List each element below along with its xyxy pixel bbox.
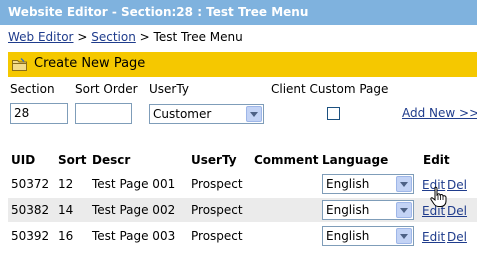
sort-cell: 14 xyxy=(58,203,74,217)
create-new-page-label: Create New Page xyxy=(34,56,146,71)
language-select-value: English xyxy=(326,177,370,191)
uid-cell: 50392 xyxy=(11,229,50,243)
sort-order-label: Sort Order xyxy=(75,82,138,96)
userty-select-value: Customer xyxy=(153,107,212,121)
descr-cell: Test Page 001 xyxy=(92,177,176,191)
breadcrumb-current: Test Tree Menu xyxy=(153,30,243,44)
uid-cell: 50372 xyxy=(11,177,50,191)
descr-cell: Test Page 002 xyxy=(92,203,176,217)
delete-link[interactable]: Del xyxy=(447,198,467,224)
col-header-descr: Descr xyxy=(92,153,131,167)
uid-cell: 50382 xyxy=(11,203,50,217)
folder-icon xyxy=(12,58,27,71)
col-header-sort: Sort xyxy=(58,153,87,167)
dropdown-arrow-icon[interactable] xyxy=(396,228,412,244)
userty-cell: Prospect xyxy=(191,177,243,191)
breadcrumb: Web Editor > Section > Test Tree Menu xyxy=(8,29,243,45)
edit-link[interactable]: Edit xyxy=(422,224,445,250)
language-select-value: English xyxy=(326,229,370,243)
language-select-value: English xyxy=(326,203,370,217)
language-select[interactable]: English xyxy=(322,226,414,246)
descr-cell: Test Page 003 xyxy=(92,229,176,243)
language-select[interactable]: English xyxy=(322,200,414,220)
breadcrumb-separator: > xyxy=(139,30,150,44)
delete-link[interactable]: Del xyxy=(447,172,467,198)
add-new-link[interactable]: Add New >> xyxy=(402,106,477,120)
sort-cell: 16 xyxy=(58,229,74,243)
dropdown-arrow-icon[interactable] xyxy=(396,202,412,218)
client-custom-page-label: Client Custom Page xyxy=(271,82,389,96)
dropdown-arrow-icon[interactable] xyxy=(396,176,412,192)
col-header-comment: Comment xyxy=(254,153,319,167)
userty-cell: Prospect xyxy=(191,203,243,217)
sort-cell: 12 xyxy=(58,177,74,191)
table-row: 50372 12 Test Page 001 Prospect English … xyxy=(8,172,477,196)
delete-link[interactable]: Del xyxy=(447,224,467,250)
dropdown-arrow-icon[interactable] xyxy=(246,106,262,122)
col-header-language: Language xyxy=(322,153,389,167)
language-select[interactable]: English xyxy=(322,174,414,194)
breadcrumb-section-link[interactable]: Section xyxy=(91,30,136,44)
client-custom-page-checkbox[interactable] xyxy=(327,107,340,120)
sort-order-input[interactable] xyxy=(75,103,132,124)
table-row: 50392 16 Test Page 003 Prospect English … xyxy=(8,224,477,248)
window-title: Website Editor - Section:28 : Test Tree … xyxy=(0,0,477,25)
userty-label: UserTy xyxy=(149,82,189,96)
section-label: Section xyxy=(10,82,55,96)
col-header-userty: UserTy xyxy=(191,153,237,167)
breadcrumb-separator: > xyxy=(77,30,88,44)
userty-select[interactable]: Customer xyxy=(149,104,264,124)
breadcrumb-web-editor-link[interactable]: Web Editor xyxy=(8,30,74,44)
table-row: 50382 14 Test Page 002 Prospect English … xyxy=(8,198,477,222)
hand-pointer-icon xyxy=(430,186,447,207)
create-new-page-bar[interactable]: Create New Page xyxy=(8,52,477,77)
userty-cell: Prospect xyxy=(191,229,243,243)
col-header-uid: UID xyxy=(11,153,36,167)
col-header-edit: Edit xyxy=(423,153,450,167)
section-input[interactable]: 28 xyxy=(10,103,68,124)
